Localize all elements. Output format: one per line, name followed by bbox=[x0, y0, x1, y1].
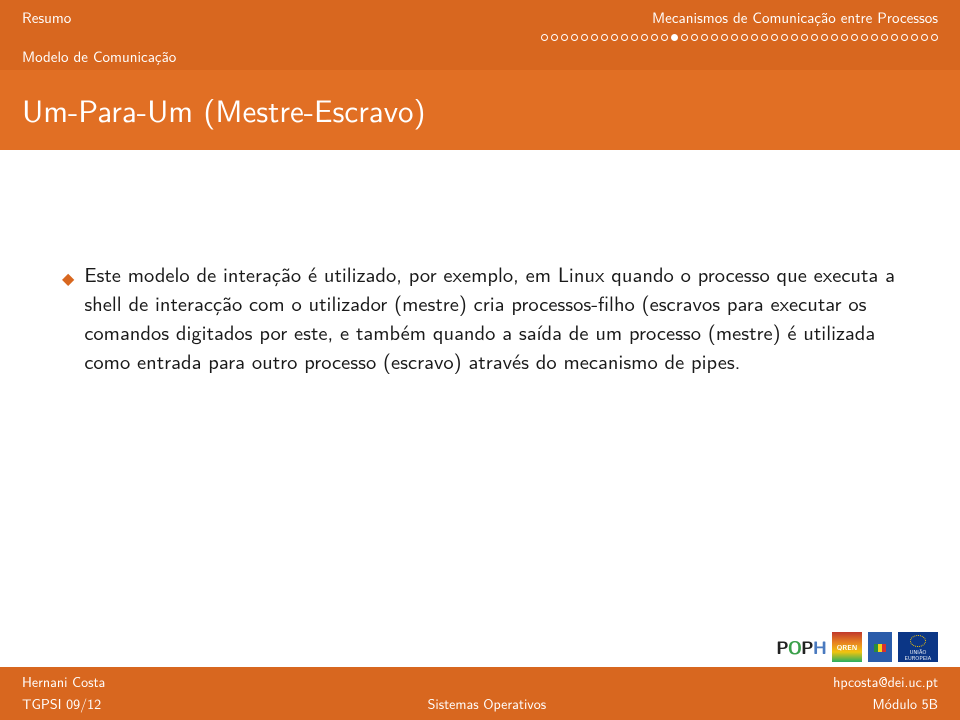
bullet-item: ◆ Este modelo de interação é utilizado, … bbox=[62, 260, 898, 376]
progress-dot[interactable] bbox=[591, 34, 598, 41]
progress-dot[interactable] bbox=[831, 34, 838, 41]
progress-dot[interactable] bbox=[921, 34, 928, 41]
progress-dot[interactable] bbox=[861, 34, 868, 41]
progress-dot[interactable] bbox=[851, 34, 858, 41]
progress-dot[interactable] bbox=[631, 34, 638, 41]
footer-author: Hernani Costa bbox=[22, 672, 105, 692]
progress-dot[interactable] bbox=[761, 34, 768, 41]
bullet-text: Este modelo de interação é utilizado, po… bbox=[84, 260, 898, 376]
progress-dot[interactable] bbox=[931, 34, 938, 41]
progress-dot[interactable] bbox=[581, 34, 588, 41]
progress-dot[interactable] bbox=[811, 34, 818, 41]
footer-course: TGPSI 09/12 bbox=[22, 694, 101, 714]
progress-dot[interactable] bbox=[701, 34, 708, 41]
progress-dot[interactable] bbox=[801, 34, 808, 41]
progress-dot[interactable] bbox=[601, 34, 608, 41]
slide-header: Resumo Mecanismos de Comunicação entre P… bbox=[0, 0, 960, 70]
progress-dot[interactable] bbox=[641, 34, 648, 41]
logo-poph: POPH bbox=[776, 632, 826, 662]
progress-dot[interactable] bbox=[771, 34, 778, 41]
logo-qren: QREN bbox=[832, 632, 862, 662]
nav-subsection: Modelo de Comunicação bbox=[0, 41, 960, 67]
progress-dot[interactable] bbox=[741, 34, 748, 41]
progress-dot[interactable] bbox=[901, 34, 908, 41]
progress-dot[interactable] bbox=[881, 34, 888, 41]
progress-indicator bbox=[0, 28, 960, 41]
progress-dot[interactable] bbox=[691, 34, 698, 41]
progress-dot[interactable] bbox=[671, 34, 678, 41]
progress-dot[interactable] bbox=[751, 34, 758, 41]
footer-email: hpcosta@dei.uc.pt bbox=[833, 672, 938, 692]
progress-dot[interactable] bbox=[651, 34, 658, 41]
progress-dot[interactable] bbox=[731, 34, 738, 41]
progress-dot[interactable] bbox=[561, 34, 568, 41]
progress-dot[interactable] bbox=[621, 34, 628, 41]
progress-dot[interactable] bbox=[711, 34, 718, 41]
progress-dot[interactable] bbox=[661, 34, 668, 41]
progress-dot[interactable] bbox=[541, 34, 548, 41]
progress-dot[interactable] bbox=[781, 34, 788, 41]
nav-section-right[interactable]: Mecanismos de Comunicação entre Processo… bbox=[652, 6, 938, 28]
progress-dot[interactable] bbox=[841, 34, 848, 41]
footer-module: Módulo 5B bbox=[873, 694, 938, 714]
progress-dot[interactable] bbox=[551, 34, 558, 41]
progress-dot[interactable] bbox=[611, 34, 618, 41]
progress-dot[interactable] bbox=[891, 34, 898, 41]
sponsor-logos: POPH QREN UNIÃO EUROPEIA bbox=[776, 632, 938, 662]
nav-section-left[interactable]: Resumo bbox=[22, 6, 71, 28]
progress-dot[interactable] bbox=[821, 34, 828, 41]
logo-eu: UNIÃO EUROPEIA bbox=[898, 632, 938, 662]
nav-row: Resumo Mecanismos de Comunicação entre P… bbox=[0, 6, 960, 28]
progress-dot[interactable] bbox=[681, 34, 688, 41]
progress-dot[interactable] bbox=[791, 34, 798, 41]
bullet-icon: ◆ bbox=[62, 267, 74, 290]
slide-body: ◆ Este modelo de interação é utilizado, … bbox=[0, 150, 960, 376]
slide-title: Um-Para-Um (Mestre-Escravo) bbox=[0, 70, 960, 150]
progress-dot[interactable] bbox=[871, 34, 878, 41]
slide-footer: Hernani Costa hpcosta@dei.uc.pt TGPSI 09… bbox=[0, 667, 960, 720]
progress-dot[interactable] bbox=[721, 34, 728, 41]
progress-dot[interactable] bbox=[571, 34, 578, 41]
footer-center: Sistemas Operativos bbox=[428, 694, 547, 714]
progress-dot[interactable] bbox=[911, 34, 918, 41]
logo-gov bbox=[868, 632, 892, 662]
